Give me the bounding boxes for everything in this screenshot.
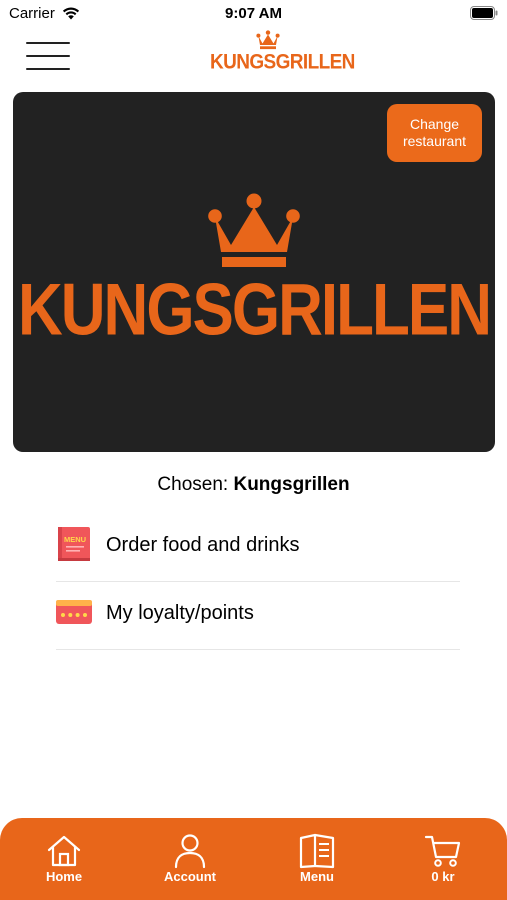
home-icon (47, 835, 81, 867)
list-item-order-food[interactable]: MENU Order food and drinks (56, 514, 460, 582)
hamburger-line (26, 68, 70, 70)
chosen-restaurant-name: Kungsgrillen (233, 474, 350, 495)
cart-total-label: 0 kr (431, 869, 455, 884)
header-logo-text: KUNGSGRILLEN (210, 50, 355, 75)
loyalty-label: My loyalty/points (106, 602, 254, 624)
change-restaurant-label-line2: restaurant (402, 133, 467, 149)
battery-icon (470, 6, 498, 20)
bottom-tab-bar: Home Account Menu 0 kr (0, 818, 507, 900)
loyalty-card-icon (56, 600, 92, 624)
crown-icon (256, 30, 280, 50)
clock: 9:07 AM (225, 5, 282, 22)
app-screen: Carrier 9:07 AM KUNGSGRILLEN Change rest… (0, 0, 507, 900)
home-menu-list: MENU Order food and drinks My loyalty/po… (56, 514, 460, 650)
hamburger-menu-button[interactable] (26, 38, 72, 70)
header-logo: KUNGSGRILLEN (210, 30, 355, 76)
order-food-label: Order food and drinks (106, 534, 300, 556)
tab-cart[interactable]: 0 kr (393, 818, 493, 900)
banner-logo-text: KUNGSGRILLEN (18, 269, 492, 352)
crown-icon (208, 193, 300, 267)
status-bar: Carrier 9:07 AM (0, 0, 507, 30)
tab-home-label: Home (45, 869, 83, 884)
menu-icon (299, 833, 335, 869)
tab-menu[interactable]: Menu (267, 818, 367, 900)
account-icon (174, 834, 206, 869)
chosen-prefix: Chosen: (157, 474, 229, 495)
app-header: KUNGSGRILLEN (0, 30, 507, 82)
cart-icon (424, 835, 461, 867)
list-item-loyalty[interactable]: My loyalty/points (56, 582, 460, 650)
tab-home[interactable]: Home (14, 818, 114, 900)
tab-menu-label: Menu (300, 869, 334, 884)
hamburger-line (26, 55, 70, 57)
restaurant-banner: Change restaurant KUNGSGRILLEN (13, 92, 495, 452)
tab-account[interactable]: Account (140, 818, 240, 900)
change-restaurant-label-line1: Change (409, 116, 460, 132)
chosen-restaurant: Chosen: Kungsgrillen (0, 474, 507, 496)
tab-account-label: Account (164, 869, 216, 884)
menu-book-text: MENU (64, 535, 86, 544)
change-restaurant-button[interactable]: Change restaurant (387, 104, 482, 162)
menu-book-icon: MENU (58, 527, 90, 561)
hamburger-line (26, 42, 70, 44)
